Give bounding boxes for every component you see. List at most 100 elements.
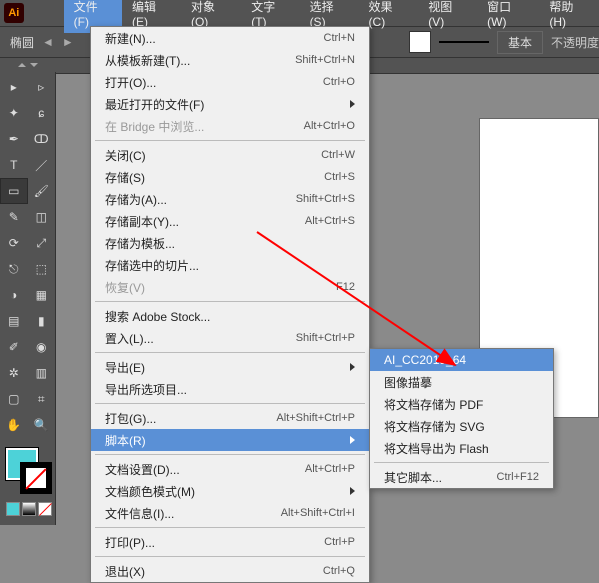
menu-item-label: 将文档存储为 PDF [384,396,539,413]
menu-item-shortcut: Ctrl+O [323,76,355,88]
chevron-right-icon[interactable]: ► [62,35,74,49]
mesh-tool[interactable]: ▤ [0,308,28,334]
menu-item-label: 在 Bridge 中浏览... [105,118,304,135]
blend-tool[interactable]: ◉ [28,334,56,360]
file-menu-item-23[interactable]: 文档设置(D)...Alt+Ctrl+P [91,458,369,480]
menu-8[interactable]: 帮助(H) [539,0,599,33]
eraser-tool[interactable]: ◫ [28,204,56,230]
script-submenu-item-0[interactable]: AI_CC2019_64 [370,349,553,371]
menu-item-shortcut: Shift+Ctrl+P [296,332,355,344]
file-menu-item-21[interactable]: 脚本(R) [91,429,369,451]
submenu-arrow-icon [350,100,355,108]
free-transform-tool[interactable]: ⬚ [28,256,56,282]
chevron-left-icon[interactable]: ◄ [42,35,54,49]
app-logo: Ai [4,3,24,23]
width-tool[interactable]: ⎋ [0,256,28,282]
script-submenu-item-1[interactable]: 图像描摹 [370,371,553,393]
selection-tool[interactable]: ▸ [0,74,28,100]
file-menu-item-14[interactable]: 搜索 Adobe Stock... [91,305,369,327]
script-submenu-item-4[interactable]: 将文档导出为 Flash [370,437,553,459]
file-menu-item-29[interactable]: 退出(X)Ctrl+Q [91,560,369,582]
graph-tool[interactable]: ▥ [28,360,56,386]
menu-item-shortcut: Alt+Ctrl+O [304,120,355,132]
zoom-tool[interactable]: 🔍 [28,412,56,438]
color-picker[interactable] [0,444,55,504]
symbol-sprayer-tool[interactable]: ✲ [0,360,28,386]
menu-item-label: 从模板新建(T)... [105,52,295,69]
script-submenu-item-2[interactable]: 将文档存储为 PDF [370,393,553,415]
menu-item-shortcut: Shift+Ctrl+N [295,54,355,66]
file-menu-item-2[interactable]: 打开(O)...Ctrl+O [91,71,369,93]
menu-item-shortcut: Alt+Shift+Ctrl+P [276,412,355,424]
pen-tool[interactable]: ✒ [0,126,28,152]
menu-item-shortcut: Alt+Shift+Ctrl+I [281,507,355,519]
script-submenu: AI_CC2019_64 图像描摹将文档存储为 PDF 将文档存储为 SVG将文档导… [369,348,554,489]
curvature-tool[interactable]: ↀ [28,126,56,152]
panel-collapse-handle[interactable] [0,58,56,72]
file-menu-item-12: 恢复(V)F12 [91,276,369,298]
lasso-tool[interactable]: ɕ [28,100,56,126]
opacity-label: 不透明度 [551,34,599,51]
menu-item-label: 存储(S) [105,169,324,186]
menu-item-shortcut: Alt+Ctrl+S [305,215,355,227]
menu-item-shortcut: F12 [336,281,355,293]
color-mode-none[interactable] [38,502,52,516]
file-menu-item-0[interactable]: 新建(N)...Ctrl+N [91,27,369,49]
stroke-style-dropdown[interactable]: 基本 [497,31,543,54]
scale-tool[interactable]: ⤢ [28,230,56,256]
hand-tool[interactable]: ✋ [0,412,28,438]
file-menu-item-8[interactable]: 存储为(A)...Shift+Ctrl+S [91,188,369,210]
stroke-color-swatch[interactable] [20,462,52,494]
file-menu-item-3[interactable]: 最近打开的文件(F) [91,93,369,115]
file-menu-item-11[interactable]: 存储选中的切片... [91,254,369,276]
file-menu-item-10[interactable]: 存储为模板... [91,232,369,254]
line-tool[interactable]: ／ [28,152,56,178]
menu-6[interactable]: 视图(V) [418,0,477,33]
menu-item-label: 图像描摹 [384,374,539,391]
file-menu-item-17[interactable]: 导出(E) [91,356,369,378]
file-menu-item-27[interactable]: 打印(P)...Ctrl+P [91,531,369,553]
submenu-arrow-icon [350,363,355,371]
file-menu-item-6[interactable]: 关闭(C)Ctrl+W [91,144,369,166]
file-menu-item-20[interactable]: 打包(G)...Alt+Shift+Ctrl+P [91,407,369,429]
color-mode-gradient[interactable] [22,502,36,516]
file-menu-item-18[interactable]: 导出所选项目... [91,378,369,400]
perspective-tool[interactable]: ▦ [28,282,56,308]
menu-item-shortcut: Ctrl+F12 [497,471,540,483]
shape-builder-tool[interactable]: ◑ [0,282,28,308]
file-menu-item-25[interactable]: 文件信息(I)...Alt+Shift+Ctrl+I [91,502,369,524]
artboard-tool[interactable]: ▢ [0,386,28,412]
rectangle-tool[interactable]: ▭ [0,178,28,204]
script-submenu-item-6[interactable]: 其它脚本...Ctrl+F12 [370,466,553,488]
menu-item-label: 恢复(V) [105,279,336,296]
menu-item-label: AI_CC2019_64 [384,353,539,367]
menu-item-label: 文档设置(D)... [105,461,305,478]
shaper-tool[interactable]: ✎ [0,204,28,230]
file-menu-item-15[interactable]: 置入(L)...Shift+Ctrl+P [91,327,369,349]
menu-item-label: 脚本(R) [105,432,344,449]
script-submenu-item-3[interactable]: 将文档存储为 SVG [370,415,553,437]
shape-label: 椭圆 [10,34,34,51]
type-tool[interactable]: T [0,152,28,178]
file-menu-dropdown: 新建(N)...Ctrl+N从模板新建(T)...Shift+Ctrl+N打开(… [90,26,370,583]
menu-item-label: 文档颜色模式(M) [105,483,344,500]
eyedropper-tool[interactable]: ✐ [0,334,28,360]
menu-item-label: 存储为模板... [105,235,355,252]
file-menu-item-24[interactable]: 文档颜色模式(M) [91,480,369,502]
toolbox: ▸▹ ✦ɕ ✒ↀ T／ ▭🖌 ✎◫ ⟳⤢ ⎋⬚ ◑▦ ▤▮ ✐◉ ✲▥ ▢⌗ ✋… [0,58,56,525]
file-menu-item-7[interactable]: 存储(S)Ctrl+S [91,166,369,188]
menu-7[interactable]: 窗口(W) [477,0,539,33]
fill-swatch[interactable] [409,31,431,53]
rotate-tool[interactable]: ⟳ [0,230,28,256]
menu-item-label: 打印(P)... [105,534,324,551]
menu-item-label: 关闭(C) [105,147,321,164]
magic-wand-tool[interactable]: ✦ [0,100,28,126]
menu-item-label: 新建(N)... [105,30,324,47]
direct-selection-tool[interactable]: ▹ [28,74,56,100]
paintbrush-tool[interactable]: 🖌 [28,178,56,204]
file-menu-item-1[interactable]: 从模板新建(T)...Shift+Ctrl+N [91,49,369,71]
color-mode-fill[interactable] [6,502,20,516]
slice-tool[interactable]: ⌗ [28,386,56,412]
gradient-tool[interactable]: ▮ [28,308,56,334]
file-menu-item-9[interactable]: 存储副本(Y)...Alt+Ctrl+S [91,210,369,232]
